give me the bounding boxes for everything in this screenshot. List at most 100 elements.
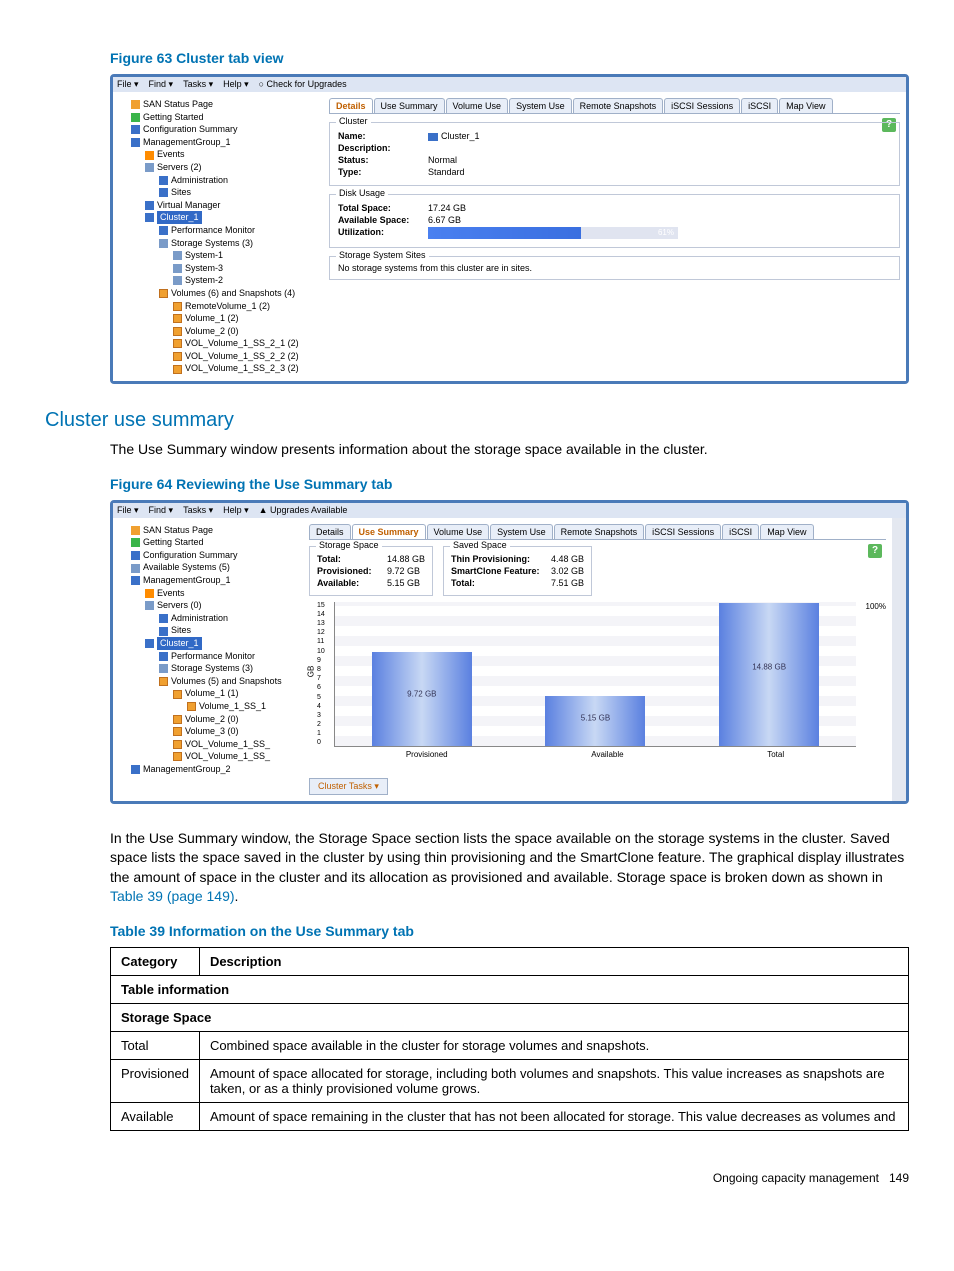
tree-item[interactable]: Volume_1_SS_1 xyxy=(117,700,299,713)
x-axis-label: Provisioned xyxy=(406,750,448,759)
tree-item[interactable]: Sites xyxy=(117,186,319,199)
tab-use-summary[interactable]: Use Summary xyxy=(352,524,426,539)
tree-item[interactable]: Administration xyxy=(117,174,319,187)
tree-item[interactable]: Getting Started xyxy=(117,536,299,549)
menubar: File ▾ Find ▾ Tasks ▾ Help ▾ ○ Check for Upg… xyxy=(113,77,906,92)
vol-icon xyxy=(173,727,182,736)
menu-item[interactable]: Help ▾ xyxy=(223,79,249,90)
tree-item-label: Administration xyxy=(171,175,228,185)
sv-sc-label: SmartClone Feature: xyxy=(451,566,551,576)
green-icon xyxy=(131,538,140,547)
menu-item[interactable]: Help ▾ xyxy=(223,505,249,516)
tree-item[interactable]: Servers (0) xyxy=(117,599,299,612)
menu-item[interactable]: Tasks ▾ xyxy=(183,505,213,516)
tree-item[interactable]: VOL_Volume_1_SS_2_1 (2) xyxy=(117,337,319,350)
tree-item[interactable]: Servers (2) xyxy=(117,161,319,174)
tab-use-summary[interactable]: Use Summary xyxy=(374,98,445,113)
tree-item[interactable]: Cluster_1 xyxy=(117,211,319,224)
tree-item[interactable]: Volume_2 (0) xyxy=(117,325,319,338)
tab-map-view[interactable]: Map View xyxy=(779,98,832,113)
tree-item[interactable]: System-2 xyxy=(117,274,319,287)
tree-item-label: ManagementGroup_1 xyxy=(143,137,231,147)
menu-item[interactable]: File ▾ xyxy=(117,505,139,516)
server-icon xyxy=(173,251,182,260)
tree-item[interactable]: Configuration Summary xyxy=(117,123,319,136)
tree-item[interactable]: VOL_Volume_1_SS_ xyxy=(117,738,299,751)
tree-item[interactable]: SAN Status Page xyxy=(117,524,299,537)
tree-item[interactable]: SAN Status Page xyxy=(117,98,319,111)
tab-iscsi-sessions[interactable]: iSCSI Sessions xyxy=(645,524,721,539)
saved-space-fieldset: Saved Space Thin Provisioning:4.48 GB Sm… xyxy=(443,546,592,596)
table39-link[interactable]: Table 39 (page 149) xyxy=(110,888,235,904)
help-icon[interactable]: ? xyxy=(868,544,882,558)
menu-item[interactable]: Tasks ▾ xyxy=(183,79,213,90)
tab-iscsi[interactable]: iSCSI xyxy=(741,98,778,113)
chart-bar: 9.72 GB xyxy=(372,652,472,745)
tree-item[interactable]: VOL_Volume_1_SS_2_2 (2) xyxy=(117,350,319,363)
tree-item[interactable]: Volume_2 (0) xyxy=(117,713,299,726)
cluster-tasks-button[interactable]: Cluster Tasks ▾ xyxy=(309,778,388,795)
tree-item-label: Events xyxy=(157,149,185,159)
tab-remote-snapshots[interactable]: Remote Snapshots xyxy=(573,98,664,113)
storage-space-legend: Storage Space xyxy=(316,540,382,550)
tree-item[interactable]: Getting Started xyxy=(117,111,319,124)
tree-item-label: Cluster_1 xyxy=(157,211,202,224)
tree-item[interactable]: Events xyxy=(117,148,319,161)
tree-item-label: Volume_1 (1) xyxy=(185,688,239,698)
tree-item[interactable]: Performance Monitor xyxy=(117,650,299,663)
vol-icon xyxy=(159,289,168,298)
tab-volume-use[interactable]: Volume Use xyxy=(446,98,509,113)
scrollbar[interactable] xyxy=(892,518,906,801)
tree-item[interactable]: RemoteVolume_1 (2) xyxy=(117,300,319,313)
tree-item[interactable]: System-3 xyxy=(117,262,319,275)
tab-volume-use[interactable]: Volume Use xyxy=(427,524,490,539)
tab-details[interactable]: Details xyxy=(309,524,351,539)
tree-item[interactable]: Sites xyxy=(117,624,299,637)
tree-item[interactable]: VOL_Volume_1_SS_ xyxy=(117,750,299,763)
tab-system-use[interactable]: System Use xyxy=(490,524,553,539)
menu-item[interactable]: ○ Check for Upgrades xyxy=(259,79,347,90)
menu-item[interactable]: File ▾ xyxy=(117,79,139,90)
tree-item[interactable]: Volume_1 (2) xyxy=(117,312,319,325)
ss-avail-label: Available: xyxy=(317,578,387,588)
tree-item[interactable]: Administration xyxy=(117,612,299,625)
tab-iscsi[interactable]: iSCSI xyxy=(722,524,759,539)
ss-total-val: 14.88 GB xyxy=(387,554,425,564)
menu-item[interactable]: Find ▾ xyxy=(149,79,174,90)
tree-item[interactable]: Configuration Summary xyxy=(117,549,299,562)
tree-item[interactable]: Available Systems (5) xyxy=(117,561,299,574)
tree-item[interactable]: Volume_1 (1) xyxy=(117,687,299,700)
tab-map-view[interactable]: Map View xyxy=(760,524,813,539)
tree-item[interactable]: Cluster_1 xyxy=(117,637,299,650)
tree-item-label: ManagementGroup_1 xyxy=(143,575,231,585)
blue-icon xyxy=(131,576,140,585)
tab-details[interactable]: Details xyxy=(329,98,373,113)
tree-item[interactable]: Performance Monitor xyxy=(117,224,319,237)
tree-item[interactable]: Volumes (6) and Snapshots (4) xyxy=(117,287,319,300)
tab-system-use[interactable]: System Use xyxy=(509,98,572,113)
tab-remote-snapshots[interactable]: Remote Snapshots xyxy=(554,524,645,539)
tree-item[interactable]: ManagementGroup_1 xyxy=(117,136,319,149)
util-label: Utilization: xyxy=(338,227,428,239)
menu-item[interactable]: Find ▾ xyxy=(149,505,174,516)
menu-item[interactable]: ▲ Upgrades Available xyxy=(259,505,348,516)
tree-item[interactable]: Storage Systems (3) xyxy=(117,662,299,675)
tree-item[interactable]: Virtual Manager xyxy=(117,199,319,212)
sv-total-label: Total: xyxy=(451,578,551,588)
detail-pane: DetailsUse SummaryVolume UseSystem UseRe… xyxy=(303,518,892,801)
tree-item[interactable]: Volume_3 (0) xyxy=(117,725,299,738)
tree-item[interactable]: Storage Systems (3) xyxy=(117,237,319,250)
tree-item[interactable]: System-1 xyxy=(117,249,319,262)
y-tick: 4 xyxy=(317,703,325,710)
tree-item-label: Available Systems (5) xyxy=(143,562,230,572)
tree-item-label: Virtual Manager xyxy=(157,200,220,210)
tree-item-label: Volume_2 (0) xyxy=(185,714,239,724)
figure64-caption: Figure 64 Reviewing the Use Summary tab xyxy=(110,476,909,492)
tree-item[interactable]: ManagementGroup_1 xyxy=(117,574,299,587)
tree-item[interactable]: ManagementGroup_2 xyxy=(117,763,299,776)
tree-item-label: Sites xyxy=(171,625,191,635)
tree-item[interactable]: Events xyxy=(117,587,299,600)
tree-item[interactable]: Volumes (5) and Snapshots xyxy=(117,675,299,688)
tree-item[interactable]: VOL_Volume_1_SS_2_3 (2) xyxy=(117,362,319,375)
tab-iscsi-sessions[interactable]: iSCSI Sessions xyxy=(664,98,740,113)
